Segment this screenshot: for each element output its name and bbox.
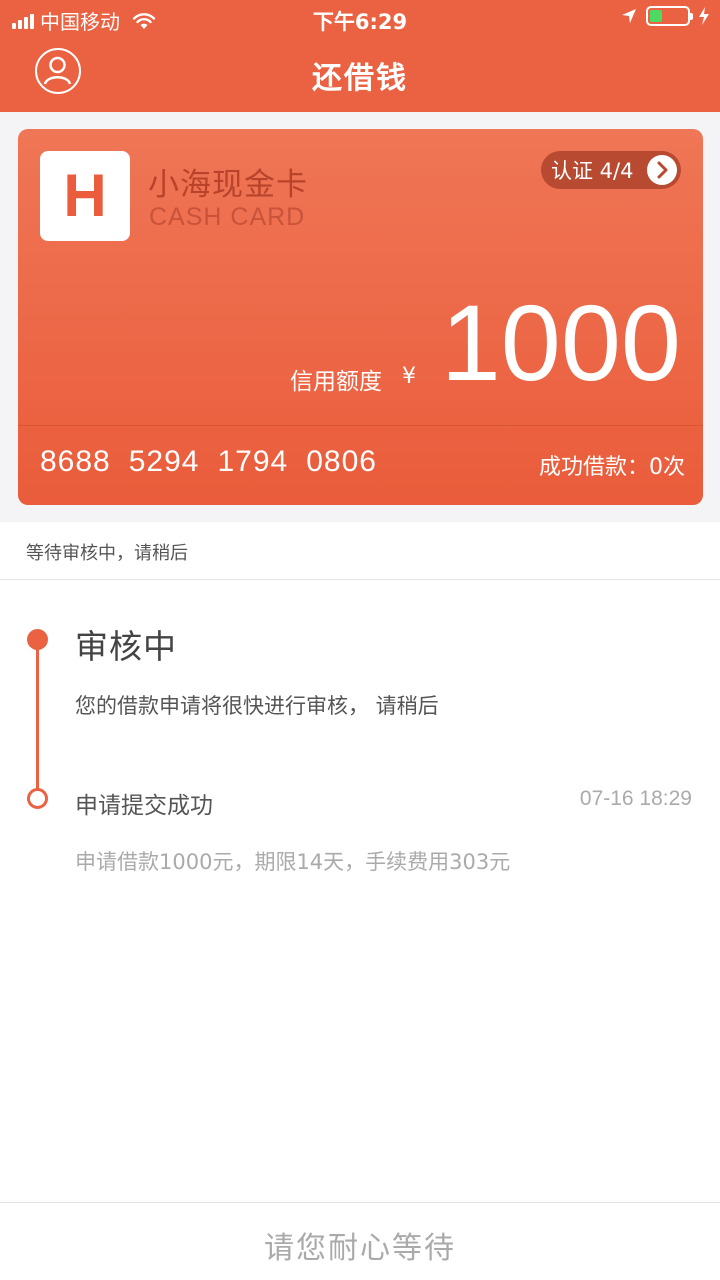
timeline-line xyxy=(36,640,39,798)
card-number: 8688 5294 1794 0806 xyxy=(40,445,395,479)
step-submitted-desc: 申请借款1000元，期限14天，手续费用303元 xyxy=(75,850,511,874)
waiting-text: 等待审核中，请稍后 xyxy=(26,543,188,564)
step-reviewing-title: 审核中 xyxy=(75,627,177,666)
verify-label: 认证 4/4 xyxy=(551,159,634,183)
chevron-right-icon xyxy=(647,155,677,185)
step-submitted-time: 07-16 18:29 xyxy=(579,787,692,810)
location-arrow-icon xyxy=(622,9,636,23)
card-divider xyxy=(18,425,703,426)
status-bar: 中国移动 下午6:29 xyxy=(0,0,720,36)
card-area: H 小海现金卡 CASH CARD 认证 4/4 信用额度 ¥ 1000 868… xyxy=(0,112,720,522)
waiting-notice: 等待审核中，请稍后 xyxy=(0,522,720,580)
charging-bolt-icon xyxy=(699,7,709,25)
battery-icon xyxy=(646,6,693,26)
card-number-group: 8688 xyxy=(40,445,111,478)
card-number-group: 5294 xyxy=(128,445,200,478)
brand-subtitle: CASH CARD xyxy=(149,203,306,231)
timeline-dot xyxy=(27,788,48,809)
page-title: 还借钱 xyxy=(312,61,408,96)
timeline-dot-active xyxy=(27,629,48,650)
currency-symbol: ¥ xyxy=(402,364,416,389)
brand-name: 小海现金卡 xyxy=(148,167,308,203)
credit-limit-label: 信用额度 xyxy=(290,369,382,395)
cash-card: H 小海现金卡 CASH CARD 认证 4/4 信用额度 ¥ 1000 868… xyxy=(18,129,703,505)
card-number-group: 1794 xyxy=(217,445,289,478)
nav-bar: 还借钱 xyxy=(0,36,720,112)
card-number-group: 0806 xyxy=(306,445,377,478)
step-reviewing-desc: 您的借款申请将很快进行审核， 请稍后 xyxy=(75,694,439,718)
bottom-wait-button[interactable]: 请您耐心等待 xyxy=(0,1202,720,1280)
status-time: 下午6:29 xyxy=(312,10,408,34)
step-submitted-title: 申请提交成功 xyxy=(75,793,213,819)
loan-count: 成功借款：0次 xyxy=(539,455,685,480)
brand-logo: H xyxy=(40,151,130,241)
verify-button[interactable]: 认证 4/4 xyxy=(541,151,681,189)
credit-limit-amount: 1000 xyxy=(440,282,681,403)
bottom-wait-label: 请您耐心等待 xyxy=(264,1231,456,1266)
status-right xyxy=(620,6,710,26)
